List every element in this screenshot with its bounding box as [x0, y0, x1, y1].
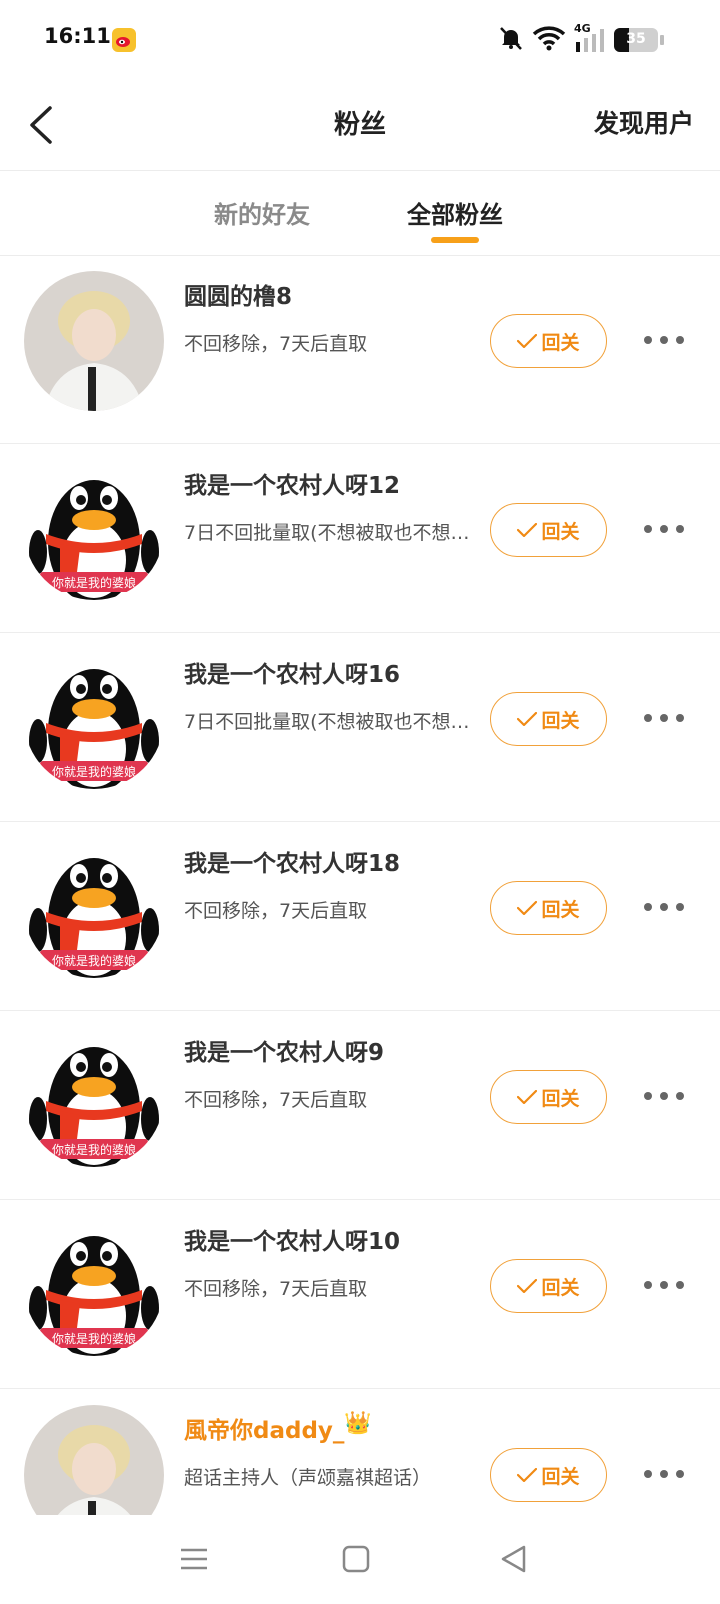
avatar-caption: 你就是我的婆娘	[51, 765, 136, 779]
battery-level: 35	[626, 31, 646, 47]
check-icon	[517, 1279, 538, 1293]
wifi-icon	[532, 25, 566, 55]
follow-back-label: 回关	[541, 1276, 580, 1299]
fan-remark: 不回移除，7天后直取	[184, 1089, 368, 1111]
fan-list: 圆圆的橹8 不回移除，7天后直取 回关 你就是我的婆娘 我是一个农村人呀12 7日不回批…	[0, 255, 720, 1515]
fan-name[interactable]: 我是一个农村人呀12	[184, 466, 400, 500]
more-options-icon[interactable]	[644, 903, 684, 915]
follow-back-button[interactable]: 回关	[490, 1259, 607, 1313]
penguin-avatar[interactable]: 你就是我的婆娘	[24, 838, 164, 978]
fan-row[interactable]: 你就是我的婆娘 我是一个农村人呀10 不回移除，7天后直取 回关	[0, 1200, 720, 1389]
follow-back-button[interactable]: 回关	[490, 503, 607, 557]
fan-name[interactable]: 我是一个农村人呀10	[184, 1222, 400, 1256]
mute-bell-icon	[498, 25, 524, 55]
system-nav-bar	[0, 1515, 720, 1604]
avatar-caption: 你就是我的婆娘	[51, 576, 136, 590]
check-icon	[517, 901, 538, 915]
more-options-icon[interactable]	[644, 1092, 684, 1104]
follow-back-label: 回关	[541, 520, 580, 543]
check-icon	[517, 1468, 538, 1482]
fan-row[interactable]: 圆圆的橹8 不回移除，7天后直取 回关	[0, 255, 720, 444]
fan-remark: 不回移除，7天后直取	[184, 900, 368, 922]
fan-name[interactable]: 我是一个农村人呀16	[184, 655, 400, 689]
header: 粉丝 发现用户	[0, 80, 720, 171]
active-tab-indicator	[431, 237, 479, 243]
fan-remark: 7日不回批量取(不想被取也不想…	[184, 522, 470, 544]
check-icon	[517, 1090, 538, 1104]
follow-back-button[interactable]: 回关	[490, 314, 607, 368]
follow-back-button[interactable]: 回关	[490, 1070, 607, 1124]
follow-back-button[interactable]: 回关	[490, 881, 607, 935]
fan-remark: 超话主持人（声颂嘉祺超话）	[184, 1467, 432, 1489]
tab-bar: 新的好友 全部粉丝	[0, 171, 720, 256]
fan-remark: 不回移除，7天后直取	[184, 333, 368, 355]
fan-row[interactable]: 你就是我的婆娘 我是一个农村人呀12 7日不回批量取(不想被取也不想… 回关	[0, 444, 720, 633]
tab-new-friends[interactable]: 新的好友	[214, 195, 310, 230]
avatar-caption: 你就是我的婆娘	[51, 1143, 136, 1157]
fan-name[interactable]: 我是一个农村人呀18	[184, 844, 400, 878]
status-icons: 4G 35	[498, 22, 664, 56]
penguin-avatar[interactable]: 你就是我的婆娘	[24, 1027, 164, 1167]
follow-back-label: 回关	[541, 898, 580, 921]
check-icon	[517, 334, 538, 348]
follow-back-button[interactable]: 回关	[490, 692, 607, 746]
fan-row[interactable]: 你就是我的婆娘 我是一个农村人呀9 不回移除，7天后直取 回关	[0, 1011, 720, 1200]
menu-icon	[181, 1548, 207, 1570]
home-square-icon	[342, 1545, 370, 1573]
photo-avatar[interactable]	[24, 271, 164, 411]
penguin-avatar[interactable]: 你就是我的婆娘	[24, 649, 164, 789]
fan-name[interactable]: 我是一个农村人呀9	[184, 1033, 384, 1067]
follow-back-label: 回关	[541, 331, 580, 354]
penguin-avatar[interactable]: 你就是我的婆娘	[24, 1216, 164, 1356]
menu-nav-button[interactable]	[178, 1543, 210, 1575]
discover-users-button[interactable]: 发现用户	[594, 104, 694, 140]
more-options-icon[interactable]	[644, 1470, 684, 1482]
weibo-icon	[112, 28, 136, 52]
avatar-caption: 你就是我的婆娘	[51, 954, 136, 968]
back-nav-button[interactable]	[498, 1543, 530, 1575]
photo-avatar[interactable]	[24, 1405, 164, 1515]
back-triangle-icon	[501, 1545, 526, 1573]
fan-row[interactable]: 風帝你daddy_ 👑 超话主持人（声颂嘉祺超话） 回关	[0, 1389, 720, 1515]
fan-remark: 7日不回批量取(不想被取也不想…	[184, 711, 470, 733]
fan-name[interactable]: 風帝你daddy_	[184, 1411, 344, 1445]
crown-badge-icon: 👑	[344, 1411, 372, 1436]
fan-row[interactable]: 你就是我的婆娘 我是一个农村人呀16 7日不回批量取(不想被取也不想… 回关	[0, 633, 720, 822]
fan-row[interactable]: 你就是我的婆娘 我是一个农村人呀18 不回移除，7天后直取 回关	[0, 822, 720, 1011]
penguin-avatar[interactable]: 你就是我的婆娘	[24, 460, 164, 600]
status-bar: 16:11 4G 35	[0, 0, 720, 80]
follow-back-label: 回关	[541, 709, 580, 732]
follow-back-label: 回关	[541, 1465, 580, 1488]
avatar-caption: 你就是我的婆娘	[51, 1332, 136, 1346]
battery-icon: 35	[614, 28, 658, 52]
fan-name[interactable]: 圆圆的橹8	[184, 277, 292, 311]
more-options-icon[interactable]	[644, 336, 684, 348]
tab-all-fans[interactable]: 全部粉丝	[407, 195, 503, 230]
more-options-icon[interactable]	[644, 714, 684, 726]
signal-icon: 4G	[574, 22, 606, 54]
home-nav-button[interactable]	[340, 1543, 372, 1575]
check-icon	[517, 523, 538, 537]
check-icon	[517, 712, 538, 726]
status-time: 16:11	[44, 24, 111, 48]
more-options-icon[interactable]	[644, 525, 684, 537]
battery-tip	[660, 35, 664, 45]
follow-back-label: 回关	[541, 1087, 580, 1110]
more-options-icon[interactable]	[644, 1281, 684, 1293]
fan-remark: 不回移除，7天后直取	[184, 1278, 368, 1300]
follow-back-button[interactable]: 回关	[490, 1448, 607, 1502]
